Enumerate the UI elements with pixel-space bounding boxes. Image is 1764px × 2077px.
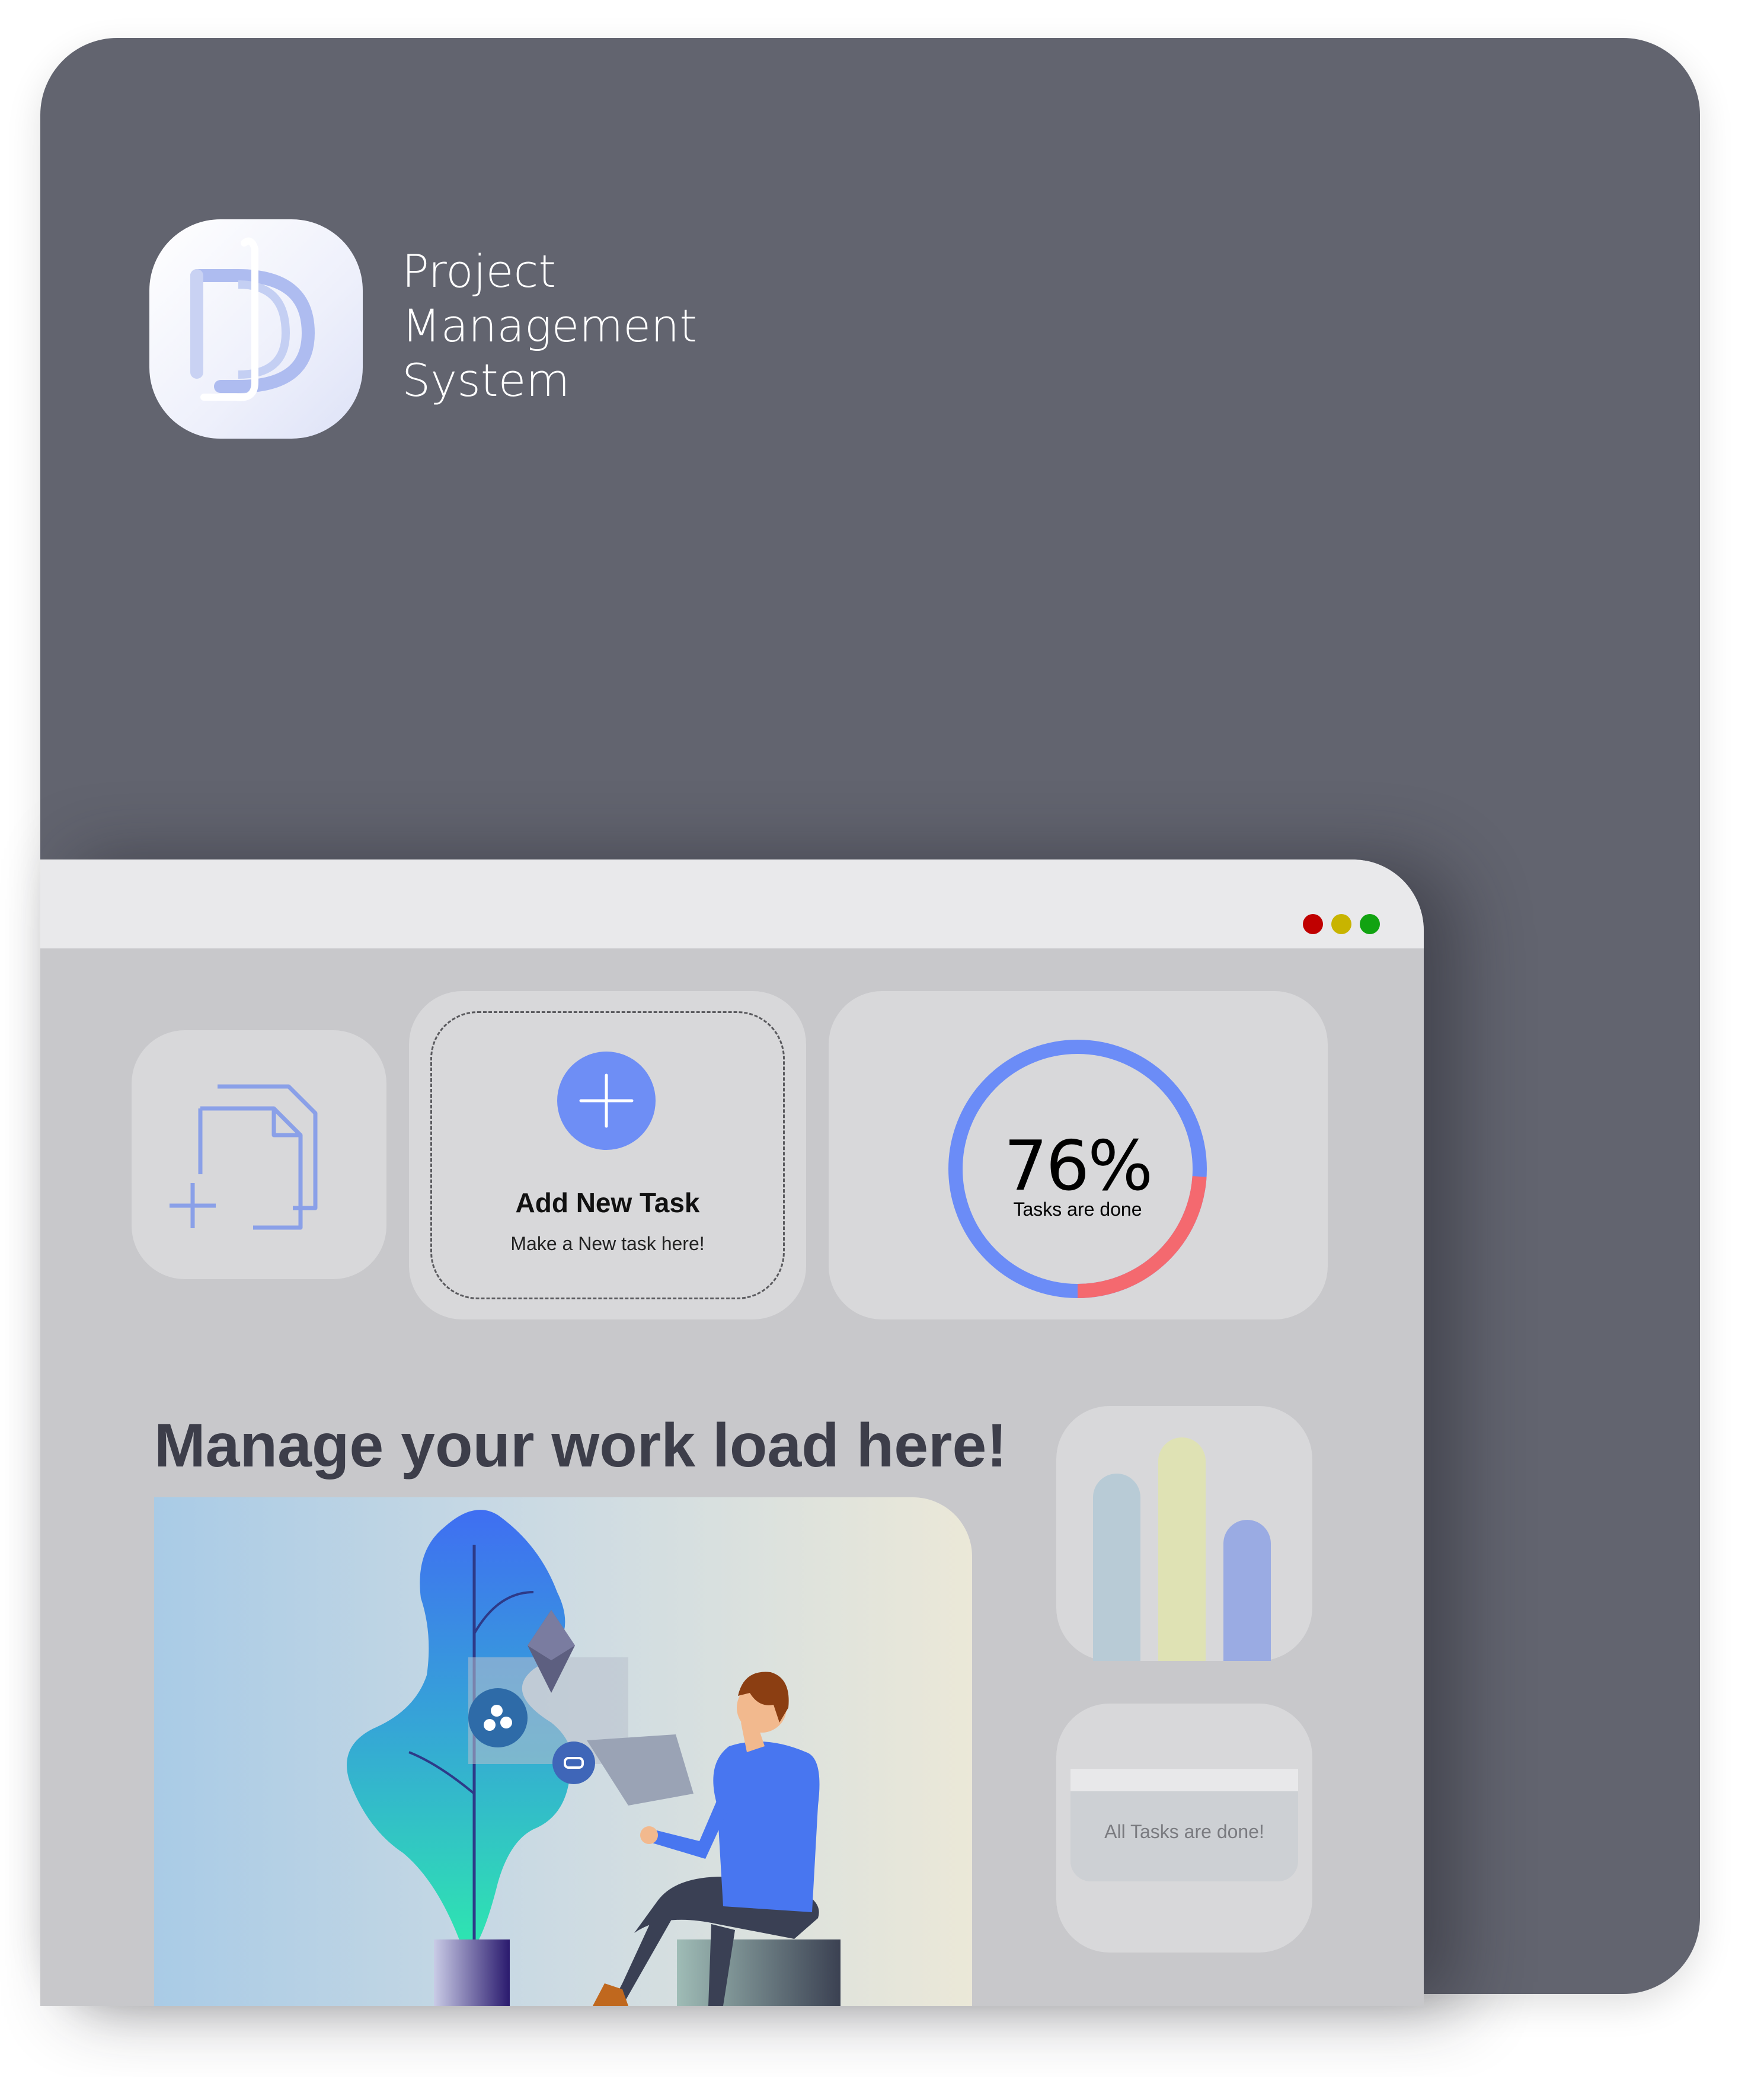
brand-line: System	[402, 354, 570, 407]
add-task-title: Add New Task	[515, 1187, 700, 1218]
page-headline: Manage your work load here!	[154, 1411, 1007, 1480]
close-button[interactable]	[1303, 914, 1323, 934]
chart-bar	[1223, 1520, 1271, 1661]
chart-bar	[1158, 1437, 1206, 1661]
app-window: Add New Task Make a New task here! 76% T…	[40, 859, 1424, 2006]
window-titlebar	[40, 859, 1424, 948]
new-document-tile[interactable]	[132, 1030, 386, 1279]
add-task-button[interactable]	[557, 1052, 656, 1150]
brand-line: Management	[402, 299, 698, 352]
status-message: All Tasks are done!	[1104, 1821, 1264, 1842]
status-card-header	[1070, 1769, 1298, 1791]
chart-bar	[1093, 1474, 1140, 1661]
bar-chart-tile	[1056, 1406, 1312, 1661]
percent-label: 76%	[1004, 1126, 1153, 1206]
tasks-status-tile: All Tasks are done!	[1056, 1704, 1312, 1953]
person-with-tablet-illustration	[347, 1510, 841, 2006]
brand-title: Project Management System	[402, 244, 697, 408]
app-logo	[149, 219, 363, 439]
minimize-button[interactable]	[1331, 914, 1351, 934]
tasks-status-card: All Tasks are done!	[1070, 1769, 1298, 1881]
hero-illustration	[154, 1497, 972, 2006]
brand-line: Project	[402, 245, 557, 298]
progress-tile: 76% Tasks are done	[829, 991, 1328, 1319]
maximize-button[interactable]	[1360, 914, 1380, 934]
percent-caption: Tasks are done	[1013, 1199, 1142, 1220]
add-document-icon	[170, 1084, 318, 1230]
pm-monogram-logo-icon	[190, 237, 315, 401]
plus-icon	[579, 1073, 634, 1128]
add-task-subtitle: Make a New task here!	[510, 1233, 705, 1254]
add-task-tile[interactable]: Add New Task Make a New task here!	[409, 991, 806, 1319]
